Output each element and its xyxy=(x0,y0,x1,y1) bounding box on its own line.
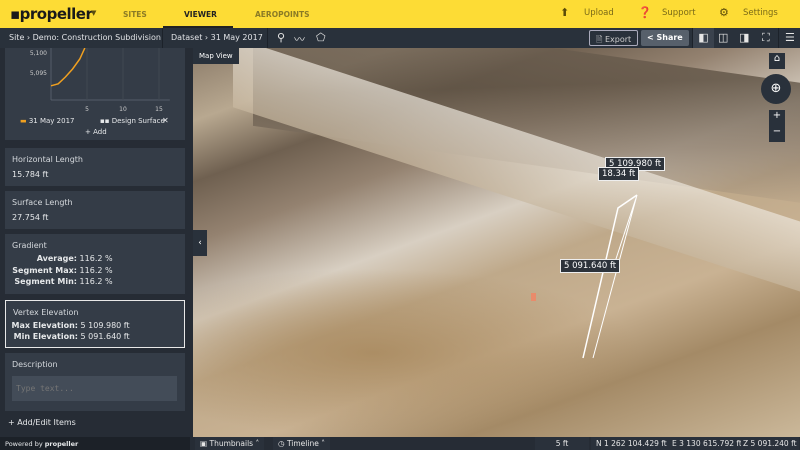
measurement-overlay xyxy=(531,194,638,359)
elevation-readout: Z 5 091.240 ft xyxy=(741,437,799,450)
y-tick-label: 5,100 xyxy=(30,50,47,57)
max-elevation: Max Elevation: 5 109.980 ft xyxy=(11,321,130,330)
nav-sites[interactable]: SITES xyxy=(123,10,147,19)
toolbar: Site › Demo: Construction Subdivision Da… xyxy=(0,28,800,48)
collapse-panel-button[interactable]: ‹ xyxy=(193,230,207,256)
thumbnails-toggle[interactable]: ▣ Thumbnails ˄ xyxy=(195,437,265,450)
settings-button[interactable]: ⚙ Settings xyxy=(719,6,778,19)
scale-bar: 5 ft xyxy=(535,437,589,450)
chevron-down-icon[interactable]: ▼ xyxy=(91,9,96,17)
side-panel-icon[interactable]: ◨ xyxy=(739,31,749,44)
close-icon[interactable]: ✕ xyxy=(162,116,169,125)
legend-dash-swatch: ▪▪ xyxy=(100,117,112,125)
legend-line-swatch: ▬ xyxy=(20,117,29,125)
description-input[interactable] xyxy=(12,376,177,401)
sliders-icon[interactable]: ☰ xyxy=(785,31,795,44)
polygon-icon[interactable]: ⬠ xyxy=(316,31,326,44)
card-title: Gradient xyxy=(12,241,47,250)
help-icon: ❓ xyxy=(638,6,652,19)
x-tick-label: 15 xyxy=(155,106,163,113)
series-line xyxy=(50,47,86,87)
measurement-panel: 5 10 15 5,100 5,095 ▬ 31 May 2017 ▪▪ Design … xyxy=(0,47,190,437)
support-button[interactable]: ❓ Support xyxy=(638,6,696,19)
dataset-breadcrumb[interactable]: Dataset › 31 May 2017 xyxy=(171,33,263,42)
min-elevation-label: 5 091.640 ft xyxy=(560,259,621,273)
zoom-in-button[interactable]: + xyxy=(769,110,785,126)
nav-aeropoints[interactable]: AEROPOINTS xyxy=(255,10,310,19)
gradient-card: Gradient Average: 116.2 % Segment Max: 1… xyxy=(5,234,185,294)
length-label: 18.34 ft xyxy=(598,167,640,181)
export-label: Export xyxy=(604,35,632,44)
site-breadcrumb[interactable]: Site › Demo: Construction Subdivision xyxy=(9,33,161,42)
globe-compass-icon[interactable]: ⊕ xyxy=(761,74,791,104)
legend-item-dataset[interactable]: ▬ 31 May 2017 xyxy=(20,117,75,125)
compare-icon[interactable]: ◫ xyxy=(718,31,728,44)
y-tick-label: 5,095 xyxy=(30,70,47,77)
legend-item-design-surface[interactable]: ▪▪ Design Surface xyxy=(100,117,165,125)
selected-vertex-marker xyxy=(531,293,536,301)
timeline-label: Timeline xyxy=(286,439,319,448)
upload-button[interactable]: ⬆ Upload xyxy=(560,6,614,19)
x-tick-label: 10 xyxy=(119,106,127,113)
vertex-elevation-card[interactable]: Vertex Elevation Max Elevation: 5 109.98… xyxy=(5,300,185,348)
legend-label: Design Surface xyxy=(111,117,165,125)
3d-map-view[interactable]: Map View 5 109.980 ft 18.34 ft 5 091.640… xyxy=(193,48,800,437)
x-tick-label: 5 xyxy=(85,106,89,113)
clock-icon: ◷ xyxy=(278,439,287,448)
share-icon: < xyxy=(647,33,657,42)
northing-readout: N 1 262 104.429 ft xyxy=(591,437,672,450)
share-label: Share xyxy=(656,33,683,42)
location-pin-icon[interactable]: ⚲ xyxy=(277,31,285,44)
top-bar: ▪propeller ▼ SITES VIEWER AEROPOINTS ⬆ Up… xyxy=(0,0,800,28)
divider xyxy=(778,28,779,48)
elevation-profile-card: 5 10 15 5,100 5,095 ▬ 31 May 2017 ▪▪ Design … xyxy=(5,47,185,140)
horizontal-length-value: 15.784 ft xyxy=(12,170,49,179)
gear-icon: ⚙ xyxy=(719,6,729,19)
min-elevation: Min Elevation: 5 091.640 ft xyxy=(13,332,130,341)
legend-label: 31 May 2017 xyxy=(28,117,75,125)
split-view-icon[interactable]: ◧ xyxy=(693,28,714,48)
easting-readout: E 3 130 615.792 ft xyxy=(670,437,744,450)
propeller-logo[interactable]: ▪propeller xyxy=(10,5,93,23)
add-surface-button[interactable]: + Add xyxy=(85,128,107,136)
surface-length-value: 27.754 ft xyxy=(12,213,49,222)
settings-label: Settings xyxy=(743,8,778,18)
card-title: Vertex Elevation xyxy=(13,308,79,317)
card-title: Surface Length xyxy=(12,198,73,207)
gradient-segment-min: Segment Min: 116.2 % xyxy=(14,277,113,286)
polyline-icon[interactable]: 〰 xyxy=(294,31,305,47)
fullscreen-icon[interactable]: ⛶ xyxy=(762,31,770,45)
thumbnails-label: Thumbnails xyxy=(209,439,254,448)
card-title: Horizontal Length xyxy=(12,155,83,164)
document-icon: 🗎 xyxy=(596,35,605,44)
zoom-out-button[interactable]: − xyxy=(769,126,785,142)
export-button[interactable]: 🗎 Export xyxy=(589,30,639,46)
divider xyxy=(162,28,163,48)
surface-length-card: Surface Length 27.754 ft xyxy=(5,191,185,229)
timeline-toggle[interactable]: ◷ Timeline ˄ xyxy=(273,437,330,450)
home-icon[interactable]: ⌂ xyxy=(769,53,785,69)
upload-label: Upload xyxy=(584,8,614,18)
nav-viewer[interactable]: VIEWER xyxy=(184,10,217,19)
gradient-average: Average: 116.2 % xyxy=(36,254,113,263)
gradient-segment-max: Segment Max: 116.2 % xyxy=(12,266,113,275)
upload-icon: ⬆ xyxy=(560,6,570,19)
card-title: Description xyxy=(12,360,58,369)
add-edit-items-button[interactable]: + Add/Edit Items xyxy=(8,418,76,427)
elevation-profile-chart: 5 10 15 5,100 5,095 xyxy=(30,47,170,113)
horizontal-length-card: Horizontal Length 15.784 ft xyxy=(5,148,185,186)
share-button[interactable]: < Share xyxy=(641,30,689,46)
divider xyxy=(267,28,268,48)
status-bar: ▣ Thumbnails ˄ ◷ Timeline ˄ 5 ft N 1 262… xyxy=(0,437,800,450)
support-label: Support xyxy=(662,8,696,18)
description-card: Description xyxy=(5,353,185,411)
